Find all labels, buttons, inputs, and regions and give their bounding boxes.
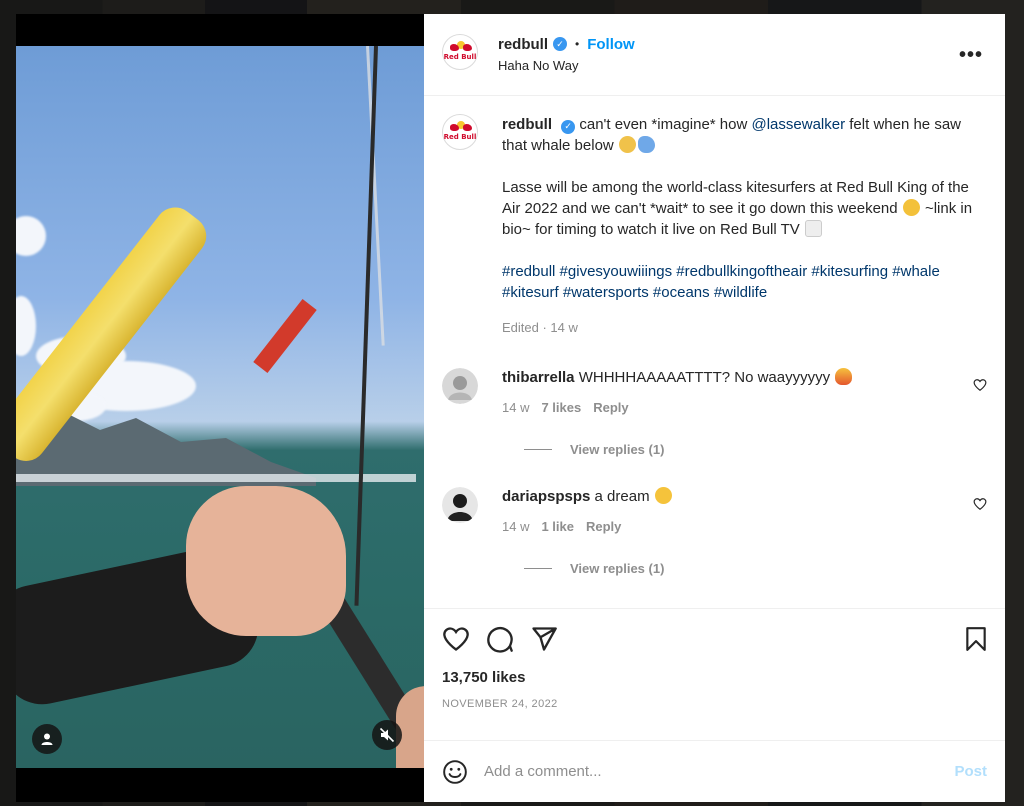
view-replies-label: View replies (1): [570, 442, 665, 457]
emoji-picker-icon[interactable]: [442, 759, 468, 785]
cloud: [16, 216, 46, 256]
hashtags: #redbull #givesyouwiiings #redbullkingof…: [502, 261, 977, 303]
post-comment-button[interactable]: Post: [954, 763, 987, 780]
caption-meta: Edited · 14 w: [502, 320, 578, 335]
muted-speaker-icon: [379, 727, 395, 743]
commenter-username[interactable]: thibarrella: [502, 369, 575, 386]
logo-bulls: [450, 124, 472, 132]
caption-username[interactable]: redbull: [502, 116, 552, 133]
logo-bulls: [450, 44, 472, 52]
logo-text: Red Bull: [443, 53, 477, 61]
caption-text: can't even *imagine* how: [579, 116, 752, 133]
share-send-icon[interactable]: [530, 625, 558, 653]
video-frame[interactable]: [16, 46, 424, 768]
shoreline: [16, 474, 416, 482]
hashtag-link[interactable]: #kitesurf: [502, 284, 559, 301]
star-struck-emoji-icon: [902, 199, 920, 216]
view-replies-button[interactable]: View replies (1): [524, 442, 989, 457]
kite-line: [354, 46, 378, 606]
whale-emoji-icon: [637, 136, 655, 153]
view-replies-label: View replies (1): [570, 561, 665, 576]
hashtag-link[interactable]: #redbullkingoftheair: [676, 263, 807, 280]
hashtag-link[interactable]: #kitesurfing: [811, 263, 888, 280]
tagged-user-button[interactable]: [32, 724, 62, 754]
comment-text: WHHHHAAAAATTTT? No waayyyyyy: [578, 369, 831, 386]
hashtag-link[interactable]: #whale: [892, 263, 940, 280]
save-bookmark-icon[interactable]: [963, 625, 989, 653]
caption-paragraph: Lasse will be among the world-class kite…: [502, 179, 969, 217]
like-comment-heart-icon[interactable]: [973, 497, 987, 511]
heart-eyes-emoji-icon: [654, 487, 672, 504]
post-header: Red Bull redbull ✓ • Follow Haha No Way …: [424, 14, 1005, 96]
add-comment-bar: Post: [424, 740, 1005, 802]
caption-author-avatar[interactable]: Red Bull: [442, 114, 478, 150]
comments-section[interactable]: Red Bull redbull ✓ can't even *imagine* …: [424, 96, 1005, 608]
more-options-icon[interactable]: •••: [959, 44, 983, 67]
comment-likes[interactable]: 7 likes: [541, 398, 581, 418]
kite-bar-stripe: [253, 298, 317, 374]
author-username[interactable]: redbull: [498, 36, 548, 53]
hashtag-link[interactable]: #oceans: [653, 284, 710, 301]
comment-text: a dream: [594, 488, 650, 505]
like-comment-heart-icon[interactable]: [973, 378, 987, 392]
comment-item: thibarrella WHHHHAAAAATTTT? No waayyyyyy…: [442, 368, 989, 418]
reply-button[interactable]: Reply: [586, 517, 621, 537]
fire-emoji-icon: [835, 368, 853, 385]
separator-dot: •: [575, 37, 580, 51]
reply-button[interactable]: Reply: [593, 398, 628, 418]
caption: Red Bull redbull ✓ can't even *imagine* …: [442, 114, 989, 338]
author-avatar[interactable]: Red Bull: [442, 34, 478, 70]
comment-bubble-icon[interactable]: [486, 625, 514, 653]
post-detail-panel: Red Bull redbull ✓ • Follow Haha No Way …: [424, 14, 1005, 802]
user-icon: [41, 733, 53, 745]
post-actions: 13,750 likes NOVEMBER 24, 2022: [424, 608, 1005, 740]
view-replies-button[interactable]: View replies (1): [524, 561, 989, 576]
comment-input[interactable]: [484, 763, 955, 780]
post-media[interactable]: [16, 14, 424, 802]
mute-button[interactable]: [372, 720, 402, 750]
hashtag-link[interactable]: #redbull: [502, 263, 555, 280]
calendar-emoji-icon: [804, 220, 822, 237]
logo-text: Red Bull: [443, 133, 477, 141]
commenter-username[interactable]: dariapspsps: [502, 488, 590, 505]
hashtag-link[interactable]: #watersports: [563, 284, 649, 301]
audio-label[interactable]: Haha No Way: [498, 58, 635, 73]
likes-count[interactable]: 13,750 likes: [442, 669, 989, 686]
like-heart-icon[interactable]: [442, 625, 470, 653]
comment-time[interactable]: 14 w: [502, 398, 529, 418]
commenter-avatar[interactable]: [442, 368, 478, 404]
commenter-avatar[interactable]: [442, 487, 478, 523]
mind-blown-emoji-icon: [618, 136, 636, 153]
cloud: [16, 296, 36, 356]
mention-link[interactable]: @lassewalker: [752, 116, 846, 133]
hand: [186, 486, 346, 636]
follow-button[interactable]: Follow: [587, 36, 635, 53]
verified-badge-icon: ✓: [561, 119, 576, 134]
hashtag-link[interactable]: #givesyouwiiings: [560, 263, 673, 280]
hashtag-link[interactable]: #wildlife: [714, 284, 767, 301]
comment-item: dariapspsps a dream 14 w 1 like Reply: [442, 487, 989, 537]
comment-time[interactable]: 14 w: [502, 517, 529, 537]
comment-likes[interactable]: 1 like: [541, 517, 574, 537]
post-date[interactable]: NOVEMBER 24, 2022: [442, 698, 989, 710]
verified-badge-icon: ✓: [553, 37, 568, 51]
